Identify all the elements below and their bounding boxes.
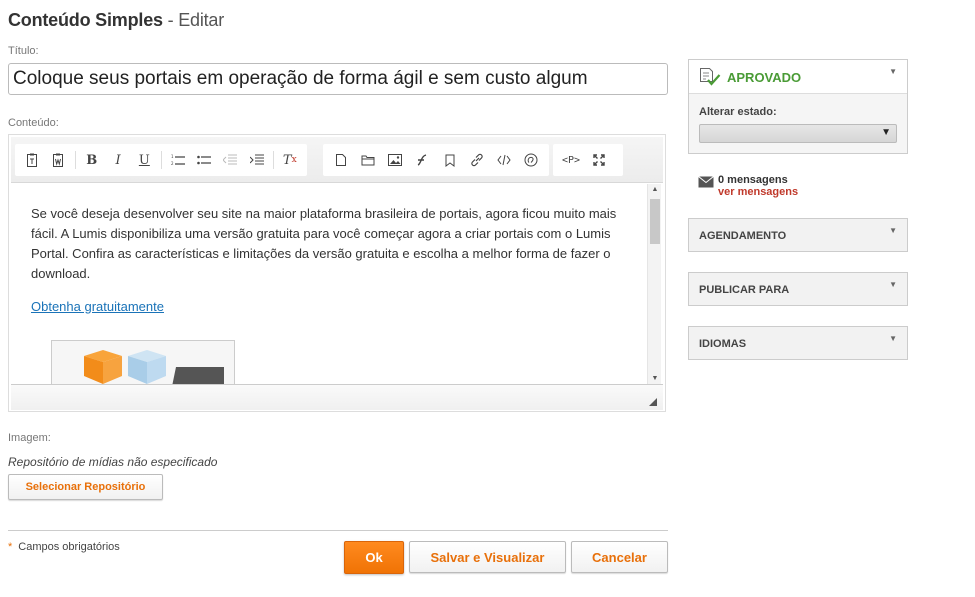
image-label: Imagem: [8, 432, 51, 444]
required-fields-text: Campos obrigatórios [18, 541, 120, 553]
toolbar-group-view: <P> [553, 144, 623, 176]
scheduling-panel[interactable]: AGENDAMENTO ▼ [688, 218, 908, 252]
status-select[interactable]: ▼ [699, 124, 897, 143]
message-count: 0 mensagens [718, 174, 788, 186]
paste-text-icon[interactable] [19, 148, 45, 172]
content-label: Conteúdo: [8, 117, 59, 129]
form-divider [8, 530, 668, 531]
source-code-icon[interactable] [491, 148, 518, 172]
scrollbar-thumb[interactable] [650, 199, 660, 244]
toolbar-separator [272, 151, 274, 169]
status-header[interactable]: APROVADO ▼ [689, 60, 907, 94]
scroll-up-icon[interactable]: ▲ [648, 186, 662, 193]
browse-server-icon[interactable] [354, 148, 381, 172]
title-input[interactable] [8, 63, 668, 95]
publish-to-panel-title: PUBLICAR PARA [699, 284, 790, 296]
page-title-separator: - [162, 10, 179, 30]
publish-to-panel[interactable]: PUBLICAR PARA ▼ [688, 272, 908, 306]
save-and-view-button[interactable]: Salvar e Visualizar [409, 541, 566, 573]
cube-blue-icon [128, 350, 166, 384]
required-star-icon: * [8, 541, 13, 553]
chevron-down-icon[interactable]: ▼ [889, 280, 897, 289]
toolbar-separator [160, 151, 162, 169]
content-link[interactable]: Obtenha gratuitamente [31, 299, 164, 314]
scroll-down-icon[interactable]: ▼ [648, 375, 662, 382]
new-page-icon[interactable] [327, 148, 354, 172]
toolbar-separator [74, 151, 76, 169]
content-paragraph: Se você deseja desenvolver seu site na m… [31, 206, 617, 281]
languages-panel-title: IDIOMAS [699, 338, 747, 350]
page-title: Conteúdo Simples - Editar [8, 10, 224, 31]
paste-word-icon[interactable] [45, 148, 71, 172]
resize-handle-icon[interactable] [649, 398, 657, 406]
title-label: Título: [8, 45, 39, 57]
outdent-icon[interactable] [217, 148, 243, 172]
bold-icon[interactable]: B [79, 148, 105, 172]
page-title-action: Editar [178, 10, 225, 30]
chevron-down-icon[interactable]: ▼ [889, 226, 897, 235]
show-blocks-icon[interactable]: <P> [557, 148, 585, 172]
italic-icon[interactable]: I [105, 148, 131, 172]
flash-icon[interactable] [409, 148, 436, 172]
editor-scrollbar[interactable]: ▲ ▼ [647, 184, 661, 384]
rich-text-editor: B I U 12 Tx <P> Se você deseja desenvolv… [8, 134, 666, 412]
bulleted-list-icon[interactable] [191, 148, 217, 172]
ok-button[interactable]: Ok [344, 541, 404, 574]
toolbar-group-insert [323, 144, 549, 176]
toolbar-group-format: B I U 12 Tx [15, 144, 307, 176]
maximize-icon[interactable] [585, 148, 613, 172]
svg-text:2: 2 [171, 161, 174, 166]
status-title: APROVADO [727, 70, 802, 85]
underline-icon[interactable]: U [131, 148, 157, 172]
view-messages-link[interactable]: ver mensagens [718, 186, 798, 198]
editor-footer [11, 384, 663, 410]
status-panel: APROVADO ▼ Alterar estado: ▼ [688, 59, 908, 154]
document-check-icon [699, 67, 721, 92]
required-fields-note: * Campos obrigatórios [8, 541, 120, 553]
link-icon[interactable] [463, 148, 490, 172]
image-icon[interactable] [382, 148, 409, 172]
svg-text:1: 1 [171, 154, 174, 159]
page-title-main: Conteúdo Simples [8, 10, 163, 30]
numbered-list-icon[interactable]: 12 [164, 148, 190, 172]
special-char-icon[interactable] [518, 148, 545, 172]
editor-content-area[interactable]: Se você deseja desenvolver seu site na m… [11, 184, 651, 384]
chevron-down-icon[interactable]: ▼ [889, 334, 897, 343]
embedded-image[interactable] [51, 340, 235, 384]
select-arrow-icon: ▼ [881, 127, 891, 138]
select-repository-button[interactable]: Selecionar Repositório [8, 474, 163, 500]
cube-orange-icon [84, 350, 122, 384]
chevron-down-icon[interactable]: ▼ [889, 67, 897, 76]
envelope-icon [698, 175, 714, 193]
anchor-icon[interactable] [436, 148, 463, 172]
remove-format-icon[interactable]: Tx [277, 148, 303, 172]
indent-icon[interactable] [243, 148, 269, 172]
languages-panel[interactable]: IDIOMAS ▼ [688, 326, 908, 360]
editor-toolbar: B I U 12 Tx <P> [11, 137, 663, 183]
image-repo-text: Repositório de mídias não especificado [8, 455, 218, 469]
cancel-button[interactable]: Cancelar [571, 541, 668, 573]
scheduling-panel-title: AGENDAMENTO [699, 230, 787, 242]
change-status-label: Alterar estado: [699, 106, 777, 118]
